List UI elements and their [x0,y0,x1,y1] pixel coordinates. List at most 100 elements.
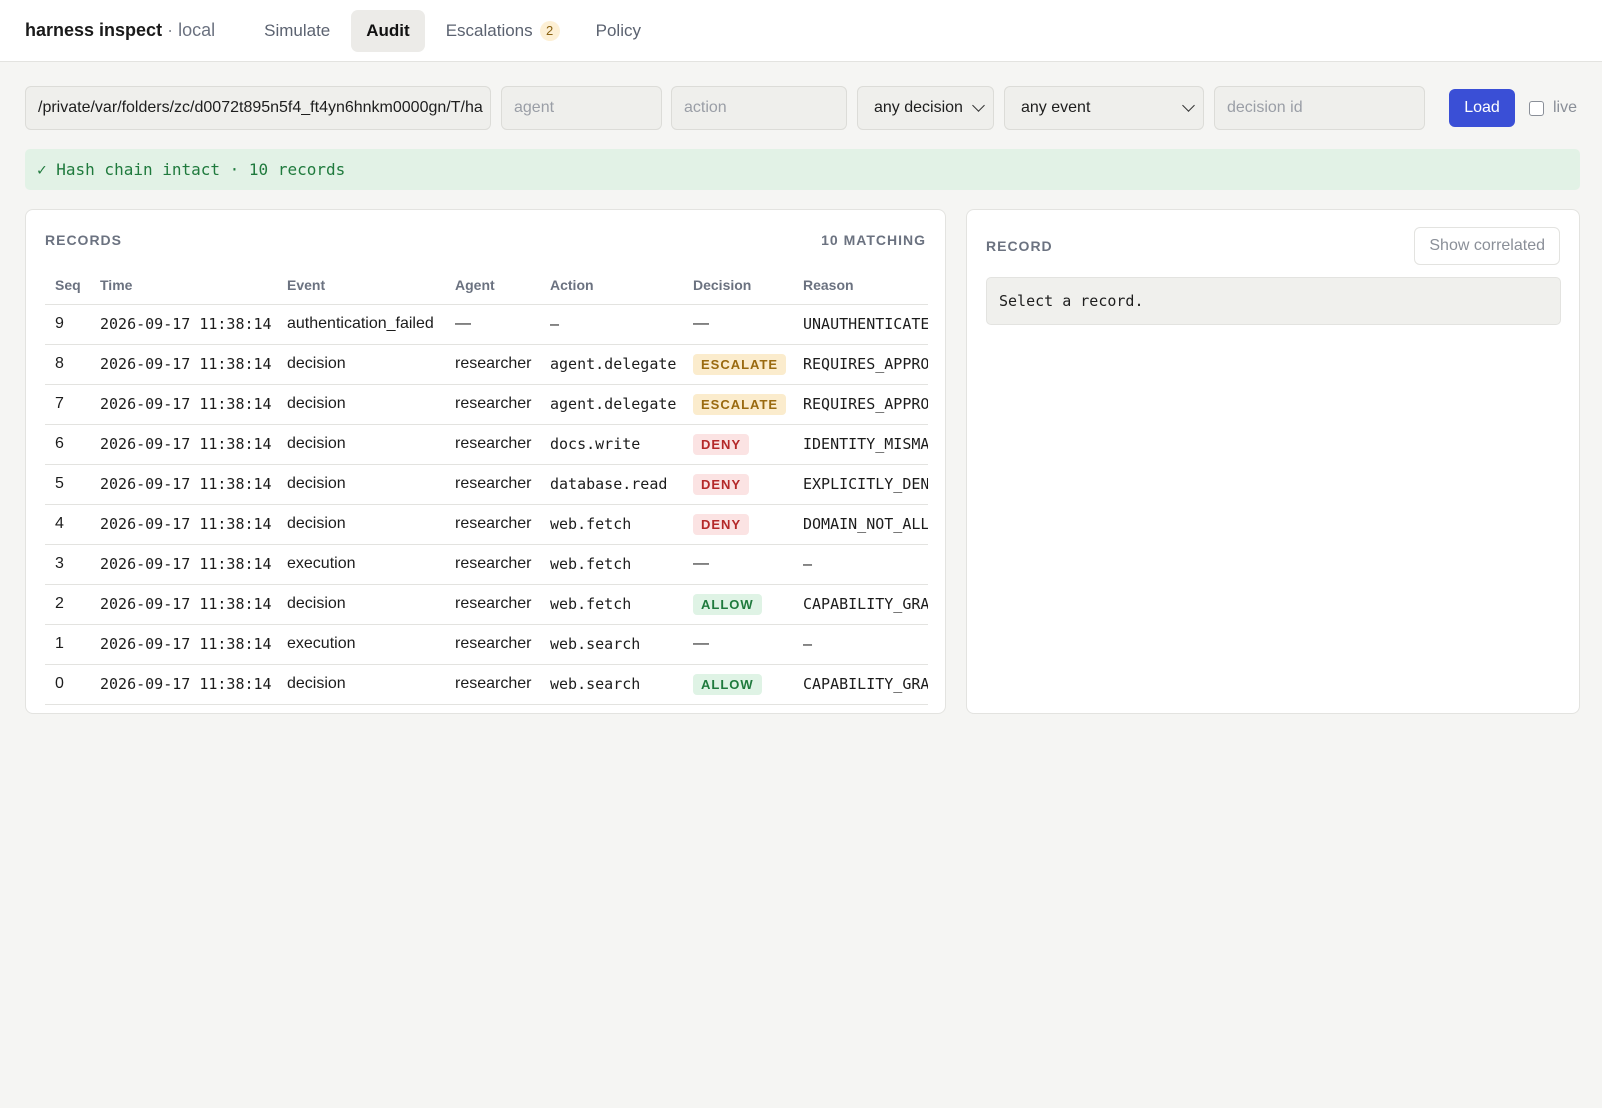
tab-label: Audit [366,20,410,40]
cell-reason: — [793,624,928,665]
cell-reason: — [793,544,928,585]
cell-event: execution [277,624,445,665]
cell-seq: 7 [45,384,90,425]
records-table: Seq Time Event Agent Action Decision Rea… [45,266,928,705]
cell-seq: 1 [45,624,90,665]
column-header-event[interactable]: Event [277,266,445,305]
cell-event: decision [277,464,445,505]
records-title: RECORDS [45,232,123,248]
cell-event: decision [277,424,445,465]
cell-agent: researcher [445,424,540,465]
tab-policy[interactable]: Policy [581,10,656,52]
column-header-seq[interactable]: Seq [45,266,90,305]
table-row[interactable]: 4 2026-09-17 11:38:14 decision researcher we… [45,504,928,545]
cell-action: — [540,304,683,345]
cell-event: decision [277,504,445,545]
cell-time: 2026-09-17 11:38:14 [90,304,277,345]
cell-decision: — [683,544,793,585]
top-bar: harness inspect · local Simulate Audit E… [0,0,1602,62]
cell-agent: researcher [445,624,540,665]
cell-decision: DENY [683,464,793,505]
cell-agent: researcher [445,464,540,505]
cell-decision: ESCALATE [683,344,793,385]
app-brand: harness inspect · local [25,20,215,41]
cell-event: execution [277,544,445,585]
column-header-agent[interactable]: Agent [445,266,540,305]
cell-reason: UNAUTHENTICATED [793,304,928,345]
cell-agent: — [445,304,540,345]
records-header-row: Seq Time Event Agent Action Decision Rea… [45,266,928,305]
cell-event: decision [277,664,445,705]
cell-action: web.fetch [540,504,683,545]
table-row[interactable]: 5 2026-09-17 11:38:14 decision researcher da… [45,464,928,505]
column-header-action[interactable]: Action [540,266,683,305]
chevron-down-icon [1182,99,1195,112]
cell-time: 2026-09-17 11:38:14 [90,464,277,505]
show-correlated-button[interactable]: Show correlated [1414,227,1560,265]
cell-seq: 3 [45,544,90,585]
table-row[interactable]: 2 2026-09-17 11:38:14 decision researcher we… [45,584,928,625]
table-row[interactable]: 8 2026-09-17 11:38:14 decision researcher ag… [45,344,928,385]
cell-reason: CAPABILITY_GRANTED [793,584,928,625]
tab-simulate[interactable]: Simulate [249,10,345,52]
cell-seq: 9 [45,304,90,345]
cell-agent: researcher [445,384,540,425]
cell-decision: ALLOW [683,664,793,705]
cell-agent: researcher [445,504,540,545]
record-empty-state: Select a record. [986,277,1561,325]
decision-badge: ESCALATE [693,393,787,415]
table-row[interactable]: 1 2026-09-17 11:38:14 execution researcher w… [45,624,928,665]
table-row[interactable]: 7 2026-09-17 11:38:14 decision researcher ag… [45,384,928,425]
table-row[interactable]: 0 2026-09-17 11:38:14 decision researcher we… [45,664,928,705]
cell-action: web.fetch [540,544,683,585]
cell-agent: researcher [445,344,540,385]
records-matching-count: 10 MATCHING [821,232,926,248]
table-row[interactable]: 6 2026-09-17 11:38:14 decision researcher do… [45,424,928,465]
cell-seq: 2 [45,584,90,625]
decision-id-input[interactable]: decision id [1214,86,1425,130]
record-title: RECORD [986,238,1053,254]
cell-reason: REQUIRES_APPROVAL [793,344,928,385]
decision-badge: ESCALATE [693,353,787,375]
cell-reason: IDENTITY_MISMATCH [793,424,928,465]
cell-event: decision [277,384,445,425]
cell-decision: ALLOW [683,584,793,625]
hash-chain-status-banner: ✓ Hash chain intact · 10 records [25,149,1580,190]
column-header-time[interactable]: Time [90,266,277,305]
cell-action: web.search [540,664,683,705]
column-header-decision[interactable]: Decision [683,266,793,305]
cell-action: docs.write [540,424,683,465]
live-label: live [1553,99,1578,116]
cell-seq: 6 [45,424,90,465]
live-checkbox[interactable] [1529,100,1544,116]
agent-filter-input[interactable]: agent [501,86,662,130]
escalations-count-badge: 2 [539,20,560,41]
cell-reason: DOMAIN_NOT_ALLOWED [793,504,928,545]
column-header-reason[interactable]: Reason [793,266,928,305]
cell-decision: DENY [683,504,793,545]
decision-select[interactable]: any decision [857,86,994,130]
live-toggle[interactable]: live [1529,86,1577,130]
records-panel: RECORDS 10 MATCHING Seq Time Event Agent… [25,209,946,714]
audit-path-input[interactable]: /private/var/folders/zc/d0072t895n5f4_ft… [25,86,491,130]
table-row[interactable]: 9 2026-09-17 11:38:14 authentication_faile… [45,304,928,345]
app-name: harness inspect [25,20,163,40]
cell-action: agent.delegate [540,384,683,425]
cell-time: 2026-09-17 11:38:14 [90,544,277,585]
cell-seq: 5 [45,464,90,505]
chevron-down-icon [972,99,985,112]
cell-seq: 0 [45,664,90,705]
event-select[interactable]: any event [1004,86,1204,130]
tab-audit[interactable]: Audit [351,9,425,52]
cell-decision: ESCALATE [683,384,793,425]
cell-reason: CAPABILITY_GRANTED [793,664,928,705]
tab-label: Policy [595,20,641,40]
decision-badge: DENY [693,433,750,455]
filter-bar: /private/var/folders/zc/d0072t895n5f4_ft… [25,86,1580,130]
load-button[interactable]: Load [1449,89,1515,127]
table-row[interactable]: 3 2026-09-17 11:38:14 execution researcher w… [45,544,928,585]
action-filter-input[interactable]: action [671,86,847,130]
tab-escalations[interactable]: Escalations 2 [431,10,575,52]
app-env: local [178,20,216,40]
cell-time: 2026-09-17 11:38:14 [90,664,277,705]
